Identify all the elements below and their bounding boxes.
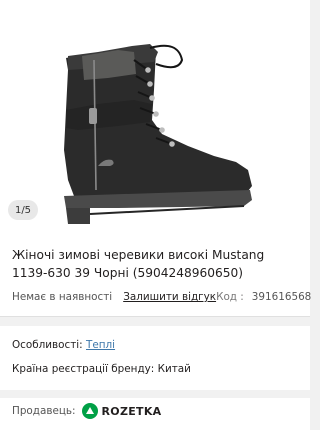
product-code-label: Код : xyxy=(216,291,244,303)
product-image[interactable] xyxy=(38,0,270,234)
product-gallery: 1/5 Жіночі зимові черевики високі Mustan… xyxy=(0,0,311,317)
leave-review-link[interactable]: Залишити відгук xyxy=(123,291,216,303)
country-value: Китай xyxy=(157,363,191,375)
seller-row: Продавець: ROZETKA xyxy=(12,403,161,419)
image-counter: 1/5 xyxy=(8,200,38,220)
country-line: Країна реєстрації бренду: Китай xyxy=(12,363,191,375)
feature-value-link[interactable]: Теплі xyxy=(86,339,115,351)
feature-line: Особливості: Теплі xyxy=(12,339,115,351)
availability-status: Немає в наявності xyxy=(12,291,113,303)
country-label: Країна реєстрації бренду: xyxy=(12,363,155,375)
rozetka-icon xyxy=(81,403,98,419)
boot-illustration xyxy=(64,44,252,224)
seller-label: Продавець: xyxy=(12,405,76,417)
features-card: Особливості: Теплі Країна реєстрації бре… xyxy=(0,326,310,390)
feature-label: Особливості: xyxy=(12,339,83,351)
product-code-value: 391616568 xyxy=(251,291,312,303)
product-meta-row: Немає в наявності Залишити відгук Код : … xyxy=(12,291,311,303)
seller-name: ROZETKA xyxy=(101,404,162,418)
seller-logo[interactable]: ROZETKA xyxy=(81,403,162,419)
product-title: Жіночі зимові черевики високі Mustang 11… xyxy=(12,248,265,280)
seller-card: Продавець: ROZETKA xyxy=(0,398,310,430)
